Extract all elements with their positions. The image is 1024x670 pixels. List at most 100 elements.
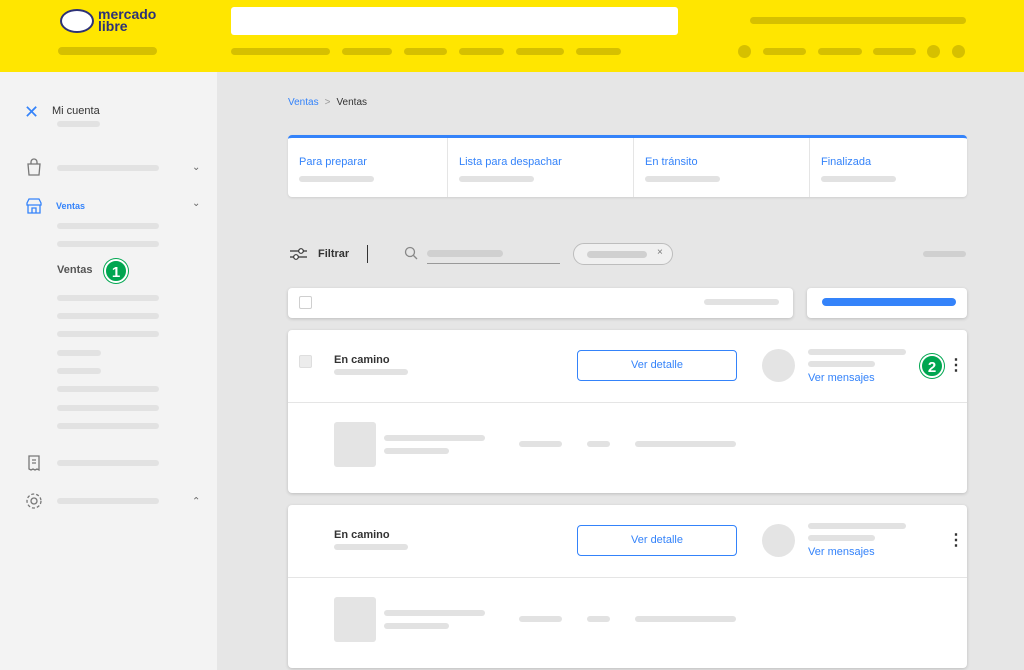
more-options-icon[interactable]: ⋮ <box>948 533 964 549</box>
product-title <box>384 610 485 616</box>
product-title <box>384 435 485 441</box>
shopping-bag-icon <box>27 158 41 176</box>
nav-link-6[interactable] <box>576 48 621 55</box>
buyer-avatar <box>762 524 795 557</box>
sidebar-subitem[interactable] <box>57 223 159 229</box>
nav-link-1[interactable] <box>231 48 330 55</box>
product-thumbnail[interactable] <box>334 422 376 467</box>
nav-link-3[interactable] <box>404 48 447 55</box>
search-input[interactable] <box>231 7 678 35</box>
sidebar-subitem[interactable] <box>57 331 159 337</box>
sidebar-subitem[interactable] <box>57 295 159 301</box>
sidebar-item-compras[interactable] <box>57 165 159 171</box>
sidebar-subitem[interactable] <box>57 368 101 374</box>
promo-placeholder <box>750 17 966 24</box>
view-detail-button[interactable]: Ver detalle <box>577 350 737 381</box>
breadcrumb-current: Ventas <box>336 97 368 108</box>
tab-para-preparar[interactable]: Para preparar <box>288 138 448 197</box>
nav-link-4[interactable] <box>459 48 504 55</box>
toolbar-divider <box>367 245 368 263</box>
store-icon <box>26 198 42 214</box>
product-price <box>519 441 562 447</box>
breadcrumb-link[interactable]: Ventas <box>288 97 319 108</box>
filter-chip[interactable]: × <box>573 243 673 265</box>
status-tabs: Para preparar Lista para despachar En tr… <box>288 135 967 197</box>
tab-finalizada[interactable]: Finalizada <box>810 138 967 197</box>
view-messages-link[interactable]: Ver mensajes <box>808 546 875 558</box>
sidebar-item-configuracion[interactable] <box>57 498 159 504</box>
gear-icon <box>26 493 42 509</box>
search-underline <box>427 263 560 264</box>
sidebar-item-facturacion[interactable] <box>57 460 159 466</box>
filter-button[interactable]: Filtrar <box>318 248 349 260</box>
filter-icon[interactable] <box>290 247 307 261</box>
chevron-up-icon[interactable]: ⌄ <box>192 494 200 505</box>
selection-info <box>704 299 779 305</box>
product-variant <box>384 448 449 454</box>
sidebar-title: Mi cuenta <box>52 105 100 117</box>
order-card: En camino Ver detalle Ver mensajes ⋮ <box>288 505 967 668</box>
view-detail-button[interactable]: Ver detalle <box>577 525 737 556</box>
mercado-libre-logo[interactable]: mercado libre <box>60 7 170 37</box>
product-variant <box>384 623 449 629</box>
sidebar-subitem[interactable] <box>57 386 159 392</box>
product-thumbnail[interactable] <box>334 597 376 642</box>
buyer-info <box>808 535 875 541</box>
buyer-name <box>808 523 906 529</box>
cart-icon[interactable] <box>952 45 965 58</box>
tab-count <box>299 176 374 182</box>
buyer-name <box>808 349 906 355</box>
tab-lista-para-despachar[interactable]: Lista para despachar <box>448 138 634 197</box>
bulk-action-button[interactable] <box>822 298 956 306</box>
sidebar-subtitle <box>57 121 100 127</box>
product-quantity <box>587 616 610 622</box>
breadcrumb-separator: > <box>324 97 331 108</box>
chip-text <box>587 251 647 258</box>
header-link-2[interactable] <box>818 48 862 55</box>
product-sku <box>635 616 736 622</box>
logo-text: mercado libre <box>98 6 157 34</box>
nav-link-5[interactable] <box>516 48 564 55</box>
chevron-down-icon[interactable]: ⌄ <box>192 162 200 173</box>
header-link-3[interactable] <box>873 48 916 55</box>
close-icon[interactable]: × <box>657 247 663 258</box>
header-link-1[interactable] <box>763 48 806 55</box>
product-quantity <box>587 441 610 447</box>
receipt-icon <box>28 455 40 472</box>
sidebar-item-ventas[interactable]: Ventas <box>56 201 85 211</box>
tab-count <box>645 176 720 182</box>
nav-link-2[interactable] <box>342 48 392 55</box>
step-badge-2: 2 <box>920 354 944 378</box>
bulk-select-bar <box>288 288 793 318</box>
select-all-checkbox[interactable] <box>299 296 312 309</box>
top-header: mercado libre <box>0 0 1024 72</box>
search-icon <box>404 246 418 260</box>
sidebar-subitem[interactable] <box>57 405 159 411</box>
step-badge-1: 1 <box>104 259 128 283</box>
chevron-down-icon[interactable]: ⌄ <box>192 198 200 209</box>
results-count <box>923 251 966 257</box>
card-divider <box>288 402 967 403</box>
tab-en-transito[interactable]: En tránsito <box>634 138 810 197</box>
user-avatar-icon[interactable] <box>738 45 751 58</box>
sidebar-subitem[interactable] <box>57 313 159 319</box>
tab-count <box>459 176 534 182</box>
sidebar-subitem[interactable] <box>57 350 101 356</box>
close-icon[interactable]: ✕ <box>24 103 39 121</box>
tab-count <box>821 176 896 182</box>
view-messages-link[interactable]: Ver mensajes <box>808 372 875 384</box>
product-sku <box>635 441 736 447</box>
order-date <box>334 544 408 550</box>
order-checkbox[interactable] <box>299 355 312 368</box>
sidebar-subitem[interactable] <box>57 241 159 247</box>
header-placeholder <box>58 47 157 55</box>
search-field-value[interactable] <box>427 250 503 257</box>
notifications-icon[interactable] <box>927 45 940 58</box>
sidebar-subitem[interactable] <box>57 423 159 429</box>
order-status: En camino <box>334 354 390 366</box>
more-options-icon[interactable]: ⋮ <box>948 358 964 374</box>
sidebar-subitem-ventas[interactable]: Ventas <box>57 264 92 276</box>
buyer-avatar <box>762 349 795 382</box>
handshake-icon <box>60 9 94 33</box>
card-divider <box>288 577 967 578</box>
